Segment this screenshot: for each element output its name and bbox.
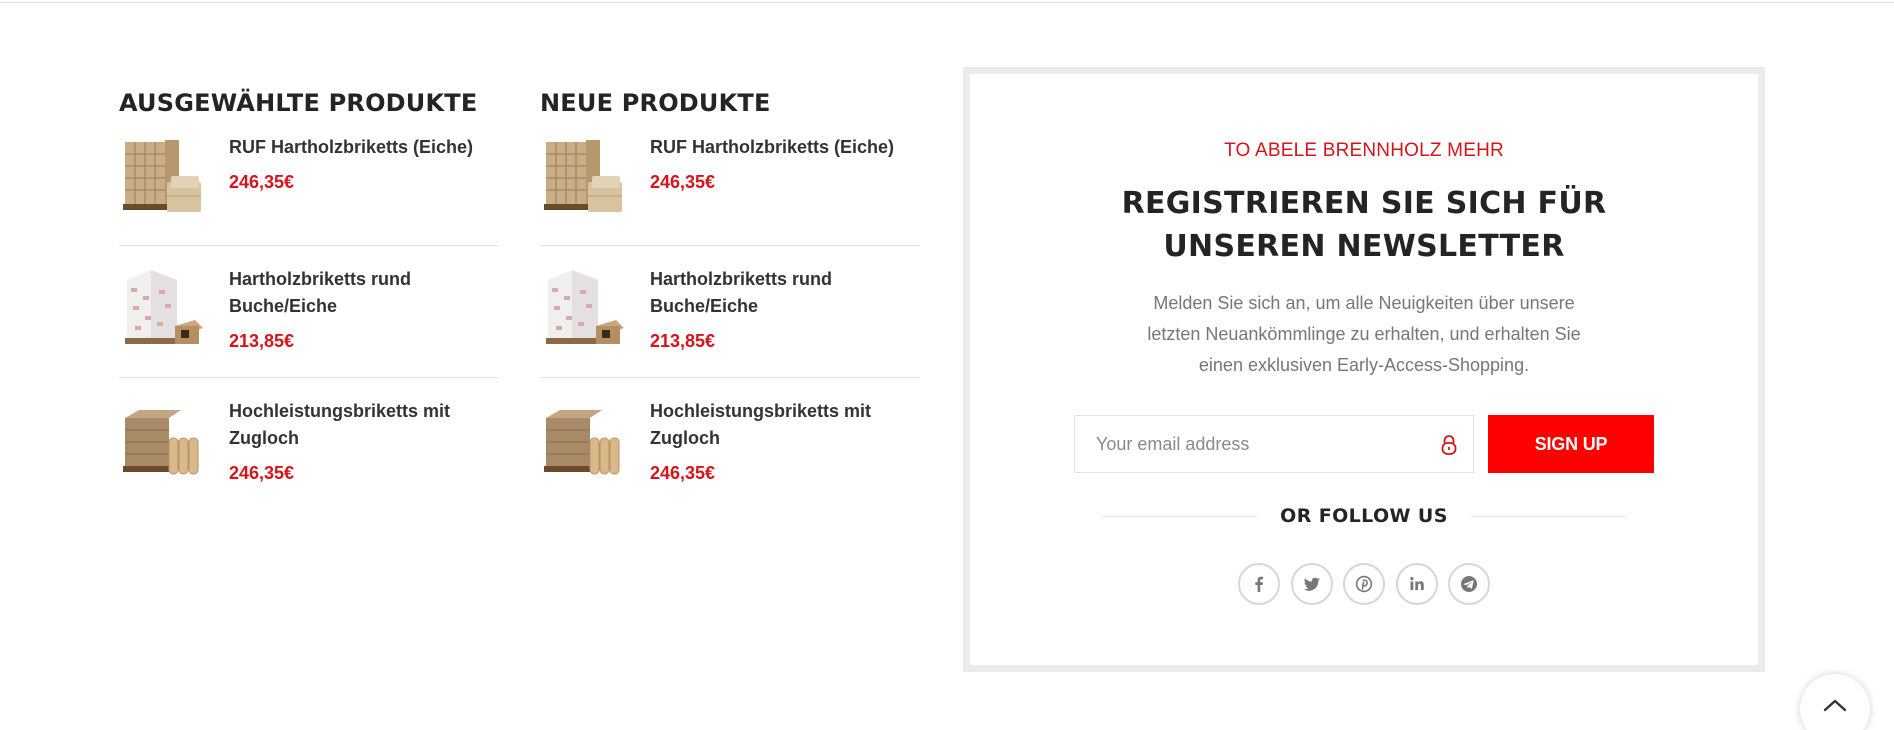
chevron-up-icon [1823,698,1847,717]
featured-products-title: AUSGEWÄHLTE PRODUKTE [119,89,478,117]
product-price: 246,35€ [650,463,716,483]
newsletter-subtitle: TO ABELE BRENNHOLZ MEHR [1224,140,1504,161]
scroll-to-top-button[interactable] [1800,674,1870,730]
product-image-cylinder-briquettes[interactable] [119,396,211,486]
product-price: 213,85€ [650,331,716,351]
new-products-section: NEUE PRODUKTE RUF Hartholzbriketts (Eich… [540,88,920,528]
divider-line [1101,515,1257,517]
follow-label: OR FOLLOW US [1280,505,1448,527]
featured-products-list: RUF Hartholzbriketts (Eiche) 246,35€ Har… [119,132,499,510]
top-divider [0,2,1894,3]
product-name[interactable]: Hartholzbriketts rund Buche/Eiche [650,266,920,320]
product-price: 246,35€ [650,172,716,192]
product-image-wrapped-pallet[interactable] [119,264,211,354]
product-image-briquette-pallet[interactable] [540,132,632,222]
new-products-list: RUF Hartholzbriketts (Eiche) 246,35€ Har… [540,132,920,510]
product-item[interactable]: Hochleistungsbriketts mit Zugloch 246,35… [540,396,920,510]
pinterest-icon[interactable] [1343,563,1385,605]
product-item[interactable]: Hartholzbriketts rund Buche/Eiche 213,85… [540,264,920,378]
signup-button[interactable]: SIGN UP [1488,415,1654,473]
lock-icon [1439,434,1459,456]
newsletter-description: Melden Sie sich an, um alle Neuigkeiten … [1147,293,1581,375]
telegram-icon[interactable] [1448,563,1490,605]
product-item[interactable]: Hochleistungsbriketts mit Zugloch 246,35… [119,396,499,510]
product-price: 246,35€ [229,463,295,483]
product-price: 213,85€ [229,331,295,351]
newsletter-box: TO ABELE BRENNHOLZ MEHR REGISTRIEREN SIE… [963,67,1765,672]
product-item[interactable]: Hartholzbriketts rund Buche/Eiche 213,85… [119,264,499,378]
product-image-wrapped-pallet[interactable] [540,264,632,354]
email-input[interactable] [1075,416,1473,472]
featured-products-section: AUSGEWÄHLTE PRODUKTE RUF Hartholzbrikett… [119,88,499,528]
product-name[interactable]: RUF Hartholzbriketts (Eiche) [229,134,473,161]
facebook-icon[interactable] [1238,563,1280,605]
product-name[interactable]: RUF Hartholzbriketts (Eiche) [650,134,894,161]
follow-divider: OR FOLLOW US [1101,505,1627,527]
product-item[interactable]: RUF Hartholzbriketts (Eiche) 246,35€ [119,132,499,246]
product-name[interactable]: Hochleistungsbriketts mit Zugloch [650,398,920,452]
product-item[interactable]: RUF Hartholzbriketts (Eiche) 246,35€ [540,132,920,246]
linkedin-icon[interactable] [1395,563,1438,605]
product-name[interactable]: Hartholzbriketts rund Buche/Eiche [229,266,499,320]
newsletter-form: SIGN UP [1074,415,1654,473]
product-image-briquette-pallet[interactable] [119,132,211,222]
product-name[interactable]: Hochleistungsbriketts mit Zugloch [229,398,499,452]
email-field-wrapper [1074,415,1474,473]
newsletter-title: REGISTRIEREN SIE SICH FÜR UNSEREN NEWSLE… [1121,186,1607,264]
product-price: 246,35€ [229,172,295,192]
new-products-title: NEUE PRODUKTE [540,89,771,117]
product-image-cylinder-briquettes[interactable] [540,396,632,486]
social-links [1238,563,1490,605]
divider-line [1471,515,1627,517]
twitter-icon[interactable] [1290,563,1333,605]
